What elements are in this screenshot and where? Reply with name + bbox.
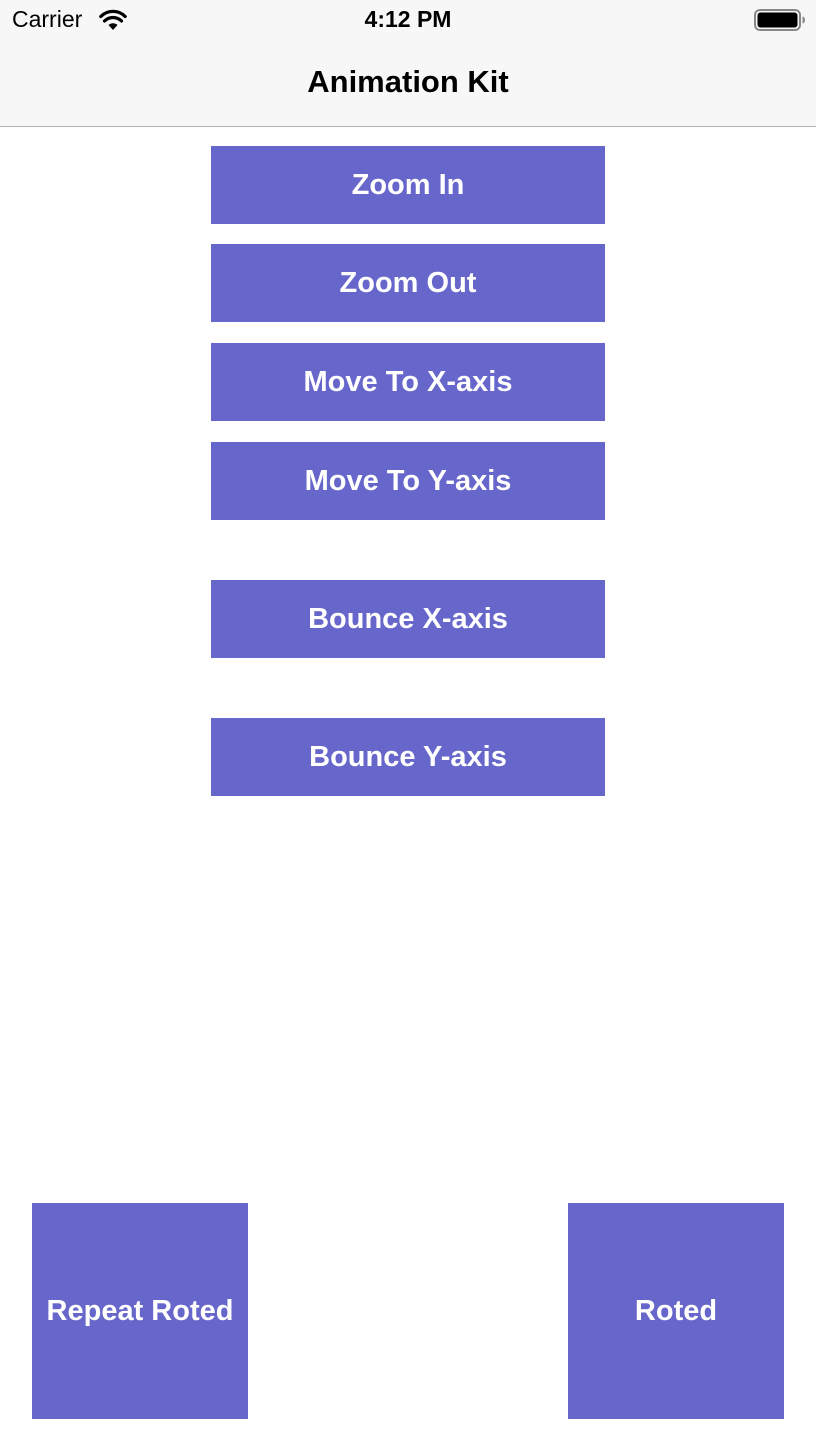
bounce-y-axis-button[interactable]: Bounce Y-axis [211, 718, 605, 796]
navigation-bar: Animation Kit [0, 40, 816, 127]
nav-title: Animation Kit [307, 64, 509, 99]
repeat-roted-button[interactable]: Repeat Roted [32, 1203, 248, 1419]
bounce-x-axis-button[interactable]: Bounce X-axis [211, 580, 605, 658]
roted-button[interactable]: Roted [568, 1203, 784, 1419]
battery-icon [754, 9, 805, 31]
zoom-out-button[interactable]: Zoom Out [211, 244, 605, 322]
app-screen: Carrier 4:12 PM Animation Kit Zoom In Zo… [0, 0, 816, 1451]
zoom-in-button[interactable]: Zoom In [211, 146, 605, 224]
status-bar: Carrier 4:12 PM [0, 0, 816, 40]
status-time: 4:12 PM [364, 6, 452, 32]
move-y-axis-button[interactable]: Move To Y-axis [211, 442, 605, 520]
move-x-axis-button[interactable]: Move To X-axis [211, 343, 605, 421]
